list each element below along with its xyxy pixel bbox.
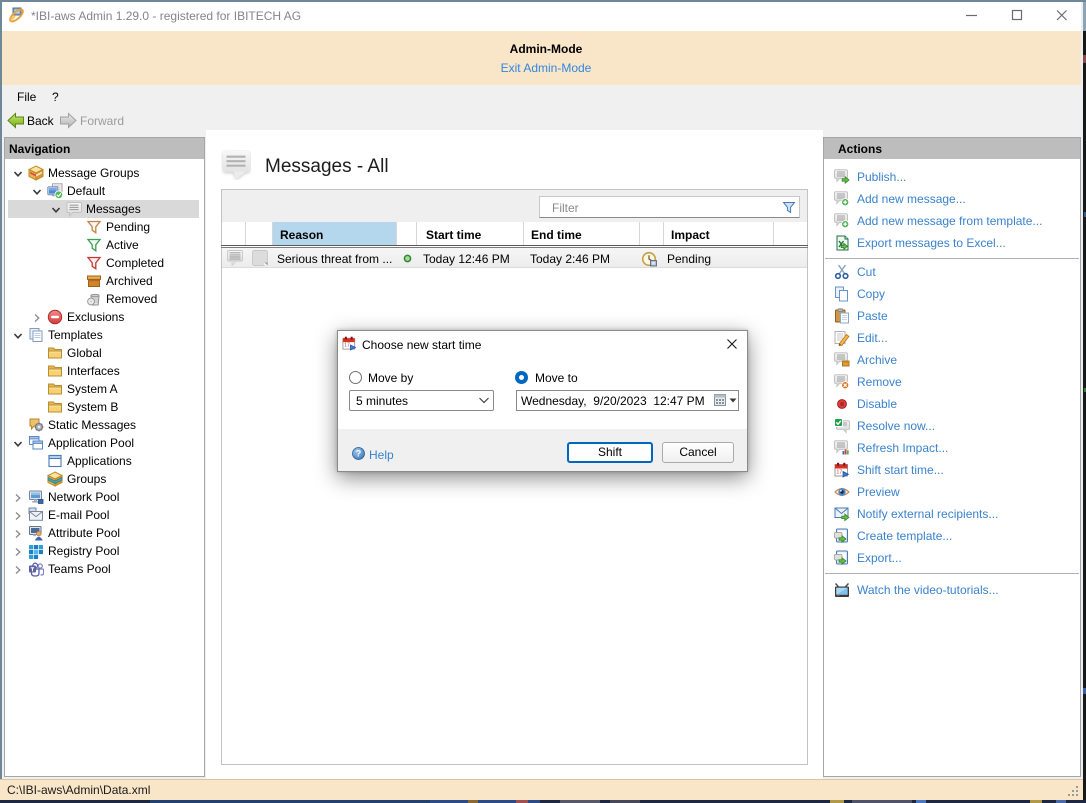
svg-text:17: 17 xyxy=(836,469,842,475)
svg-text:?: ? xyxy=(356,449,362,459)
svg-text:17: 17 xyxy=(344,343,350,349)
